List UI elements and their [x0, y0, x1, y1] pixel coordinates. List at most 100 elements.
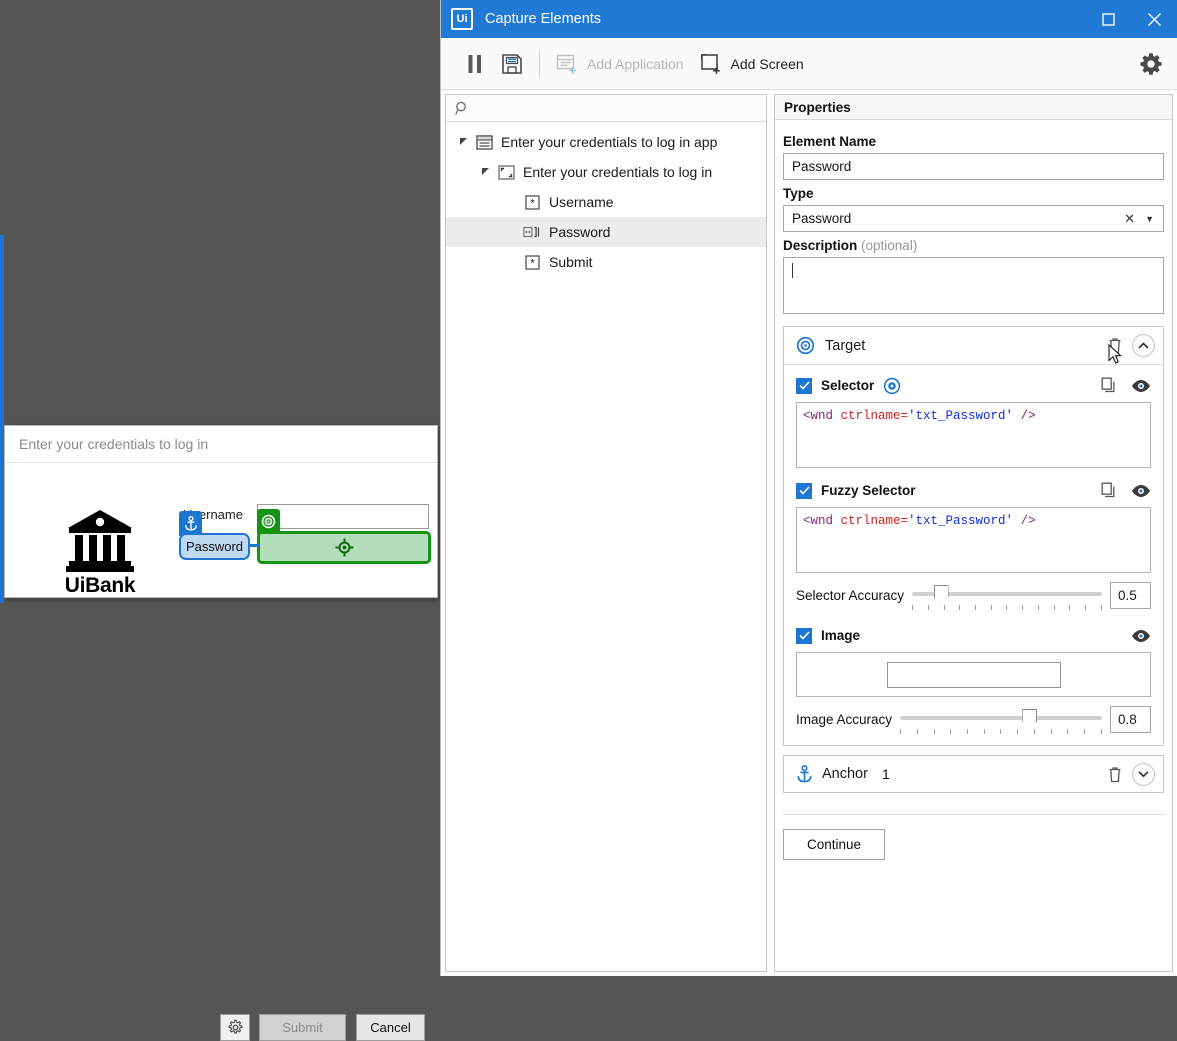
- image-accuracy-value[interactable]: 0.8: [1110, 706, 1151, 733]
- selector-accuracy-value[interactable]: 0.5: [1110, 582, 1151, 609]
- tree-item-label: Password: [549, 224, 610, 240]
- save-button[interactable]: [493, 45, 531, 83]
- uibank-logo: UiBank: [56, 506, 144, 606]
- tree-item-label: Submit: [549, 254, 593, 270]
- slider-ticks: [900, 729, 1102, 734]
- image-checkbox[interactable]: [796, 628, 812, 644]
- expand-button[interactable]: [1132, 763, 1155, 786]
- tree-search-input[interactable]: [470, 100, 766, 117]
- uibank-logo-text: UiBank: [65, 574, 136, 598]
- element-name-input[interactable]: Password: [783, 153, 1164, 180]
- close-icon: [1147, 12, 1162, 27]
- description-textarea[interactable]: [783, 257, 1164, 314]
- slider-ticks: [912, 605, 1102, 610]
- add-application-button[interactable]: Add Application: [548, 45, 692, 83]
- uibank-settings-button[interactable]: [220, 1014, 250, 1041]
- chevron-expanded-icon[interactable]: [455, 138, 473, 147]
- password-label: Password: [186, 539, 243, 554]
- text-caret: [792, 263, 793, 278]
- target-header-actions: [1107, 334, 1155, 357]
- target-section-header[interactable]: Target: [784, 327, 1163, 365]
- password-label-anchor-highlight[interactable]: Password: [179, 533, 250, 560]
- captured-image-thumbnail: [887, 662, 1061, 688]
- element-name-label: Element Name: [783, 134, 1164, 149]
- tree-item-username[interactable]: * Username: [446, 187, 766, 217]
- image-row: Image: [796, 619, 1151, 652]
- tree-item-application[interactable]: Enter your credentials to log in app: [446, 127, 766, 157]
- image-preview-box[interactable]: [796, 652, 1151, 697]
- settings-button[interactable]: [1139, 52, 1163, 76]
- close-button[interactable]: [1131, 0, 1177, 38]
- tree-item-screen[interactable]: Enter your credentials to log in: [446, 157, 766, 187]
- selector-label: Selector: [821, 378, 874, 393]
- fuzzy-selector-label: Fuzzy Selector: [821, 483, 916, 498]
- anchor-title: Anchor: [822, 766, 868, 782]
- chevron-expanded-icon[interactable]: [477, 168, 495, 177]
- copy-icon[interactable]: [1101, 377, 1117, 394]
- target-icon: [796, 336, 815, 355]
- pause-button[interactable]: [457, 45, 493, 83]
- chevron-up-icon: [1138, 342, 1149, 350]
- tree-item-label: Username: [549, 194, 614, 210]
- selector-checkbox[interactable]: [796, 378, 812, 394]
- eye-icon[interactable]: [1131, 379, 1151, 393]
- gear-icon: [227, 1019, 244, 1036]
- selector-editor[interactable]: <wnd ctrlname='txt_Password' />: [796, 402, 1151, 468]
- slider-thumb[interactable]: [934, 585, 949, 606]
- tree-item-label: Enter your credentials to log in: [523, 164, 712, 180]
- eye-icon[interactable]: [1131, 484, 1151, 498]
- password-input-target-highlight[interactable]: [257, 531, 431, 564]
- add-screen-label: Add Screen: [731, 56, 804, 72]
- trash-icon[interactable]: [1107, 337, 1123, 354]
- chevron-down-icon[interactable]: ▼: [1142, 214, 1157, 224]
- collapse-button[interactable]: [1132, 334, 1155, 357]
- tree-item-list: Enter your credentials to log in app Ent…: [446, 122, 766, 971]
- clear-icon[interactable]: ✕: [1117, 211, 1142, 227]
- trash-icon[interactable]: [1107, 766, 1123, 783]
- uibank-cancel-button[interactable]: Cancel: [356, 1014, 425, 1041]
- fuzzy-selector-editor[interactable]: <wnd ctrlname='txt_Password' />: [796, 507, 1151, 573]
- continue-label: Continue: [807, 837, 861, 852]
- add-application-label: Add Application: [587, 56, 684, 72]
- password-field-icon: [521, 225, 543, 239]
- uibank-window-body: UiBank Username: [5, 463, 437, 598]
- window-controls: [1085, 0, 1177, 38]
- maximize-button[interactable]: [1085, 0, 1131, 38]
- add-screen-button[interactable]: Add Screen: [692, 45, 812, 83]
- properties-header: Properties: [775, 95, 1172, 120]
- fuzzy-selector-checkbox[interactable]: [796, 483, 812, 499]
- target-icon[interactable]: [883, 377, 901, 395]
- capture-titlebar: Ui Capture Elements: [441, 0, 1177, 38]
- selector-accuracy-slider[interactable]: [912, 583, 1102, 609]
- eye-icon[interactable]: [1131, 629, 1151, 643]
- selector-token-attr: ctrlname=: [841, 409, 909, 423]
- image-accuracy-slider[interactable]: [900, 707, 1102, 733]
- selector-row: Selector: [796, 369, 1151, 402]
- slider-thumb[interactable]: [1022, 709, 1037, 730]
- properties-body: Element Name Password Type Password ✕ ▼ …: [775, 120, 1172, 860]
- copy-icon[interactable]: [1101, 482, 1117, 499]
- selector-token-value: 'txt_Password': [908, 409, 1013, 423]
- uibank-submit-button[interactable]: Submit: [259, 1014, 346, 1041]
- asterisk-element-icon: *: [521, 255, 543, 270]
- image-accuracy-row: Image Accuracy 0.8: [796, 706, 1151, 733]
- maximize-icon: [1102, 13, 1115, 26]
- username-input[interactable]: [257, 504, 429, 529]
- continue-button[interactable]: Continue: [783, 829, 885, 860]
- chevron-down-icon: [1138, 770, 1149, 778]
- continue-footer: Continue: [783, 814, 1164, 860]
- toolbar-separator: [539, 50, 540, 78]
- target-section-body: Selector: [784, 365, 1163, 745]
- bank-building-icon: [66, 506, 134, 576]
- tree-item-password[interactable]: Password: [446, 217, 766, 247]
- type-dropdown[interactable]: Password ✕ ▼: [783, 205, 1164, 232]
- tree-search-bar[interactable]: [446, 95, 766, 122]
- gear-icon: [1139, 52, 1163, 76]
- anchor-section[interactable]: Anchor 1: [783, 755, 1164, 793]
- tree-item-submit[interactable]: * Submit: [446, 247, 766, 277]
- uipath-logo-text: Ui: [457, 14, 468, 25]
- fuzzy-selector-actions: [1101, 482, 1151, 499]
- selector-token-tag-close: />: [1013, 409, 1036, 423]
- svg-text:*: *: [530, 257, 535, 269]
- capture-main-area: Enter your credentials to log in app Ent…: [441, 90, 1177, 976]
